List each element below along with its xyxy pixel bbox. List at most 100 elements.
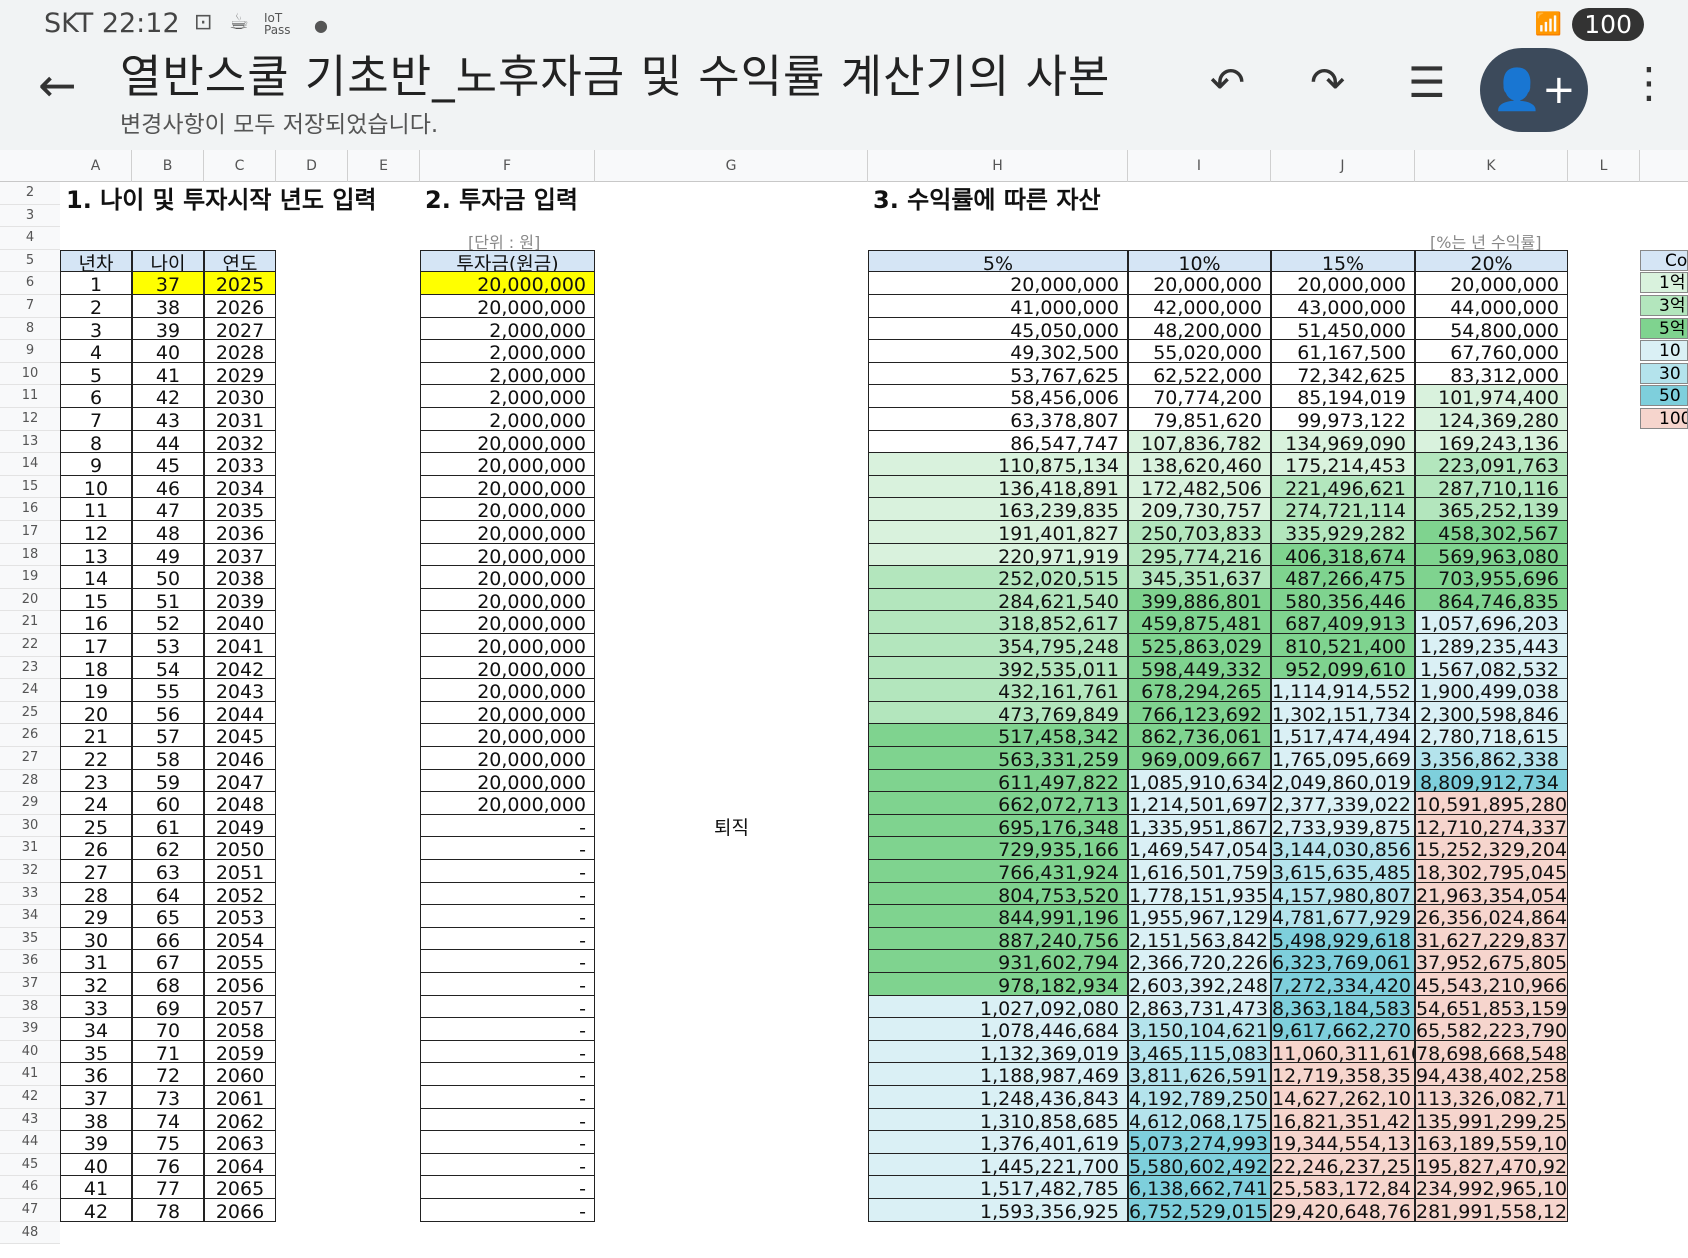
- table1-cell[interactable]: 2035: [204, 498, 276, 521]
- row-header-39[interactable]: 39: [0, 1018, 60, 1041]
- asset-cell[interactable]: 42,000,000: [1128, 295, 1271, 318]
- asset-cell[interactable]: 10,591,895,280: [1415, 792, 1568, 815]
- table1-cell[interactable]: 54: [132, 656, 204, 680]
- asset-cell[interactable]: 1,567,082,532: [1415, 656, 1568, 680]
- asset-cell[interactable]: 250,703,833: [1128, 521, 1271, 544]
- more-options-icon[interactable]: ⋮: [1628, 62, 1670, 104]
- table1-cell[interactable]: 37: [132, 272, 204, 295]
- asset-cell[interactable]: 844,991,196: [868, 905, 1128, 928]
- principal-cell[interactable]: 2,000,000: [420, 385, 595, 408]
- row-header-26[interactable]: 26: [0, 724, 60, 747]
- asset-cell[interactable]: 295,774,216: [1128, 543, 1271, 567]
- asset-cell[interactable]: 163,189,559,10: [1415, 1131, 1568, 1154]
- table1-cell[interactable]: 46: [132, 475, 204, 499]
- asset-cell[interactable]: 1,778,151,935: [1128, 882, 1271, 906]
- table-header-principal[interactable]: 투자금(원금): [420, 249, 595, 273]
- table1-cell[interactable]: 2054: [204, 927, 276, 951]
- asset-cell[interactable]: 1,188,987,469: [868, 1063, 1128, 1086]
- table1-cell[interactable]: 4: [60, 340, 132, 363]
- column-header-g[interactable]: G: [595, 150, 868, 182]
- asset-cell[interactable]: 86,547,747: [868, 430, 1128, 454]
- principal-cell[interactable]: 20,000,000: [420, 498, 595, 521]
- row-header-7[interactable]: 7: [0, 295, 60, 318]
- table1-cell[interactable]: 2034: [204, 475, 276, 499]
- row-header-32[interactable]: 32: [0, 860, 60, 883]
- asset-cell[interactable]: 113,326,082,71: [1415, 1086, 1568, 1109]
- asset-cell[interactable]: 766,431,924: [868, 860, 1128, 883]
- row-header-33[interactable]: 33: [0, 882, 60, 906]
- asset-cell[interactable]: 134,969,090: [1271, 430, 1415, 454]
- principal-cell[interactable]: 20,000,000: [420, 747, 595, 770]
- asset-cell[interactable]: 662,072,713: [868, 792, 1128, 815]
- table1-cell[interactable]: 2051: [204, 860, 276, 883]
- spreadsheet-grid[interactable]: ABCDEFGHIJKL 2 3 4 5 6 7 8 9 10 11 12 13 14 15 16 17 18 1…: [0, 150, 1688, 1258]
- row-header-17[interactable]: 17: [0, 521, 60, 544]
- row-header-12[interactable]: 12: [0, 408, 60, 431]
- table1-cell[interactable]: 2033: [204, 453, 276, 476]
- asset-cell[interactable]: 695,176,348: [868, 814, 1128, 838]
- row-header-24[interactable]: 24: [0, 679, 60, 702]
- table1-cell[interactable]: 17: [60, 634, 132, 657]
- asset-cell[interactable]: 25,583,172,84: [1271, 1176, 1415, 1199]
- row-header-34[interactable]: 34: [0, 905, 60, 928]
- asset-cell[interactable]: 6,752,529,015: [1128, 1199, 1271, 1222]
- asset-cell[interactable]: 136,418,891: [868, 475, 1128, 499]
- asset-cell[interactable]: 1,335,951,867: [1128, 814, 1271, 838]
- table1-cell[interactable]: 44: [132, 430, 204, 454]
- table1-cell[interactable]: 2027: [204, 317, 276, 341]
- asset-cell[interactable]: 1,900,499,038: [1415, 679, 1568, 702]
- asset-cell[interactable]: 61,167,500: [1271, 340, 1415, 363]
- asset-cell[interactable]: 223,091,763: [1415, 453, 1568, 476]
- asset-cell[interactable]: 85,194,019: [1271, 385, 1415, 408]
- table1-cell[interactable]: 15: [60, 588, 132, 612]
- row-header-19[interactable]: 19: [0, 566, 60, 589]
- asset-cell[interactable]: 1,114,914,552: [1271, 679, 1415, 702]
- asset-cell[interactable]: 1,085,910,634: [1128, 769, 1271, 793]
- asset-cell[interactable]: 65,582,223,790: [1415, 1018, 1568, 1041]
- asset-cell[interactable]: 20,000,000: [1271, 272, 1415, 295]
- asset-cell[interactable]: 365,252,139: [1415, 498, 1568, 521]
- asset-cell[interactable]: 12,710,274,337: [1415, 814, 1568, 838]
- table-header-0[interactable]: 년차: [60, 249, 132, 273]
- asset-cell[interactable]: 1,517,474,494: [1271, 724, 1415, 747]
- row-header-28[interactable]: 28: [0, 769, 60, 793]
- principal-cell[interactable]: 20,000,000: [420, 792, 595, 815]
- table1-cell[interactable]: 72: [132, 1063, 204, 1086]
- asset-cell[interactable]: 3,811,626,591: [1128, 1063, 1271, 1086]
- principal-cell[interactable]: 20,000,000: [420, 611, 595, 634]
- asset-cell[interactable]: 5,073,274,993: [1128, 1131, 1271, 1154]
- asset-cell[interactable]: 284,621,540: [868, 588, 1128, 612]
- asset-cell[interactable]: 21,963,354,054: [1415, 882, 1568, 906]
- asset-cell[interactable]: 172,482,506: [1128, 475, 1271, 499]
- row-header-31[interactable]: 31: [0, 837, 60, 860]
- principal-cell[interactable]: 2,000,000: [420, 408, 595, 431]
- table1-cell[interactable]: 2031: [204, 408, 276, 431]
- asset-cell[interactable]: 14,627,262,10: [1271, 1086, 1415, 1109]
- column-header-e[interactable]: E: [348, 150, 420, 182]
- principal-cell[interactable]: 20,000,000: [420, 724, 595, 747]
- principal-cell[interactable]: 2,000,000: [420, 340, 595, 363]
- row-header-4[interactable]: 4: [0, 227, 60, 250]
- asset-cell[interactable]: 1,302,151,734: [1271, 701, 1415, 725]
- table-header-rate-1[interactable]: 10%: [1128, 249, 1271, 273]
- table1-cell[interactable]: 48: [132, 521, 204, 544]
- asset-cell[interactable]: 4,192,789,250: [1128, 1086, 1271, 1109]
- table1-cell[interactable]: 2028: [204, 340, 276, 363]
- table1-cell[interactable]: 39: [132, 317, 204, 341]
- asset-cell[interactable]: 209,730,757: [1128, 498, 1271, 521]
- asset-cell[interactable]: 63,378,807: [868, 408, 1128, 431]
- principal-cell[interactable]: -: [420, 814, 595, 838]
- principal-cell[interactable]: 20,000,000: [420, 634, 595, 657]
- table1-cell[interactable]: 42: [132, 385, 204, 408]
- principal-cell[interactable]: -: [420, 1108, 595, 1132]
- row-header-40[interactable]: 40: [0, 1040, 60, 1064]
- principal-cell[interactable]: -: [420, 1153, 595, 1177]
- row-header-21[interactable]: 21: [0, 611, 60, 634]
- asset-cell[interactable]: 563,331,259: [868, 747, 1128, 770]
- asset-cell[interactable]: 221,496,621: [1271, 475, 1415, 499]
- asset-cell[interactable]: 220,971,919: [868, 543, 1128, 567]
- row-header-23[interactable]: 23: [0, 656, 60, 680]
- table1-cell[interactable]: 40: [60, 1153, 132, 1177]
- column-header-f[interactable]: F: [420, 150, 595, 182]
- asset-cell[interactable]: 48,200,000: [1128, 317, 1271, 341]
